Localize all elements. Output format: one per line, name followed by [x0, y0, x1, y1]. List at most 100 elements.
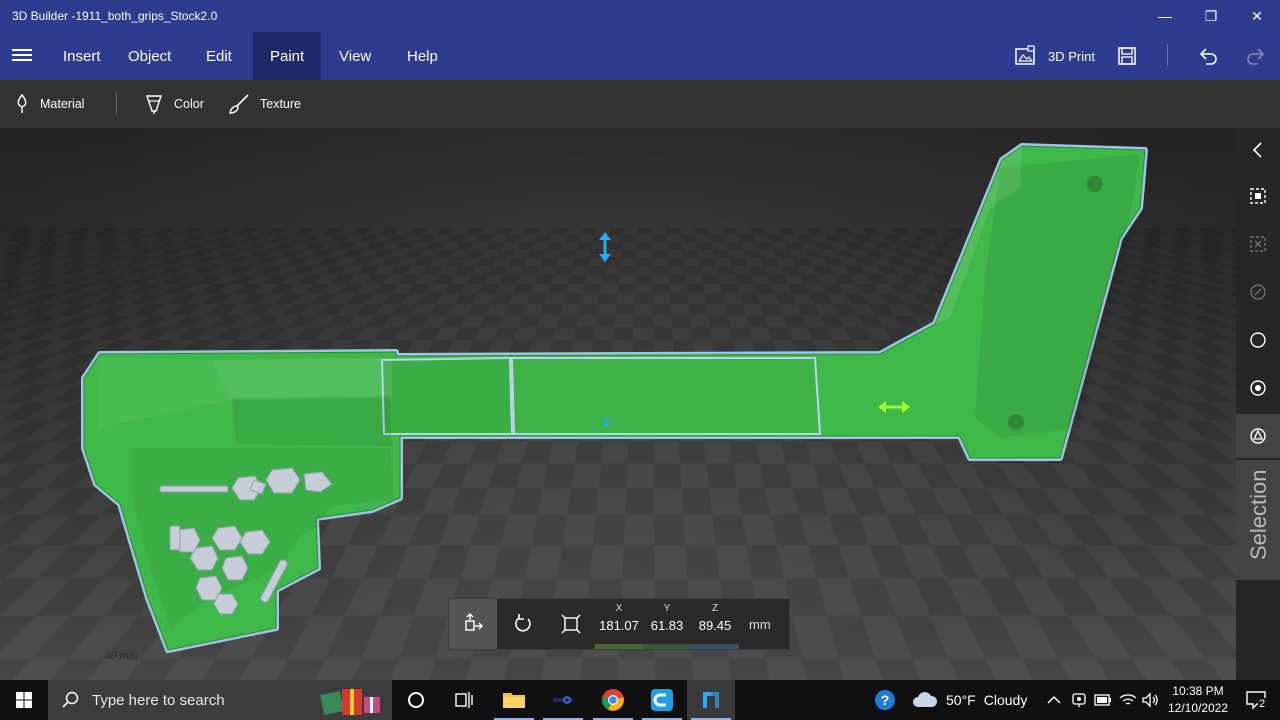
vertex-mode-button[interactable]: [1236, 366, 1280, 410]
weather-text: Cloudy: [984, 692, 1028, 708]
color-bucket-icon: [144, 93, 164, 115]
search-highlight-gifts-icon: [318, 683, 388, 717]
network-button[interactable]: [1119, 680, 1137, 720]
floor-scale-label: 50 mm: [104, 649, 138, 663]
rotate-tool-button[interactable]: [499, 599, 547, 649]
menu-edit[interactable]: Edit: [189, 32, 249, 80]
dimension-z[interactable]: Z 89.45: [691, 599, 739, 649]
color-label: Color: [174, 97, 204, 111]
3d-print-button[interactable]: 3D Print: [1014, 32, 1095, 80]
media-app-icon: [551, 690, 575, 710]
webcam-icon: [1071, 692, 1087, 708]
battery-icon: [1094, 694, 1112, 706]
texture-brush-icon: [228, 93, 250, 115]
meet-now-button[interactable]: [1071, 680, 1087, 720]
cloud-icon: [912, 691, 938, 709]
menu-insert[interactable]: Insert: [46, 32, 118, 80]
select-all-icon: [1249, 187, 1267, 205]
windows-logo-icon: [15, 691, 33, 709]
chevron-up-icon: [1047, 695, 1061, 705]
folder-icon: [502, 690, 526, 710]
cortana-circle-icon: [407, 691, 425, 709]
z-value[interactable]: 89.45: [691, 618, 739, 633]
3d-print-icon: [1014, 45, 1036, 67]
menubar-divider: [1167, 44, 1168, 66]
y-value[interactable]: 61.83: [643, 618, 691, 633]
select-all-button[interactable]: [1236, 174, 1280, 218]
x-bar: [595, 644, 643, 649]
minimize-button[interactable]: —: [1142, 0, 1188, 32]
circle-outline-icon: [1249, 331, 1267, 349]
3d-builder-taskbar-button[interactable]: [687, 680, 735, 720]
help-tray-button[interactable]: ?: [874, 680, 896, 720]
color-tool[interactable]: Color: [144, 80, 204, 128]
save-icon: [1117, 46, 1137, 66]
save-button[interactable]: [1117, 32, 1137, 80]
object-mode-icon: [1249, 283, 1267, 301]
menu-help[interactable]: Help: [390, 32, 455, 80]
texture-label: Texture: [260, 97, 301, 111]
chrome-icon: [601, 688, 625, 712]
move-tool-button[interactable]: [449, 599, 497, 649]
start-button[interactable]: [0, 680, 48, 720]
menu-paint[interactable]: Paint: [253, 32, 321, 80]
show-hidden-icons-button[interactable]: [1047, 680, 1061, 720]
undo-icon: [1197, 45, 1219, 67]
close-icon: ✕: [1251, 8, 1263, 25]
minimize-icon: —: [1158, 8, 1172, 24]
3d-viewport[interactable]: 50 mm X 181.07 Y 61.83 Z 89.45 mm: [0, 128, 1236, 680]
menu-object[interactable]: Object: [111, 32, 188, 80]
task-view-button[interactable]: [440, 680, 488, 720]
restore-button[interactable]: ❐: [1188, 0, 1234, 32]
redo-icon: [1245, 45, 1267, 67]
toolbar-divider: [116, 92, 117, 114]
clock-date: 12/10/2022: [1160, 700, 1236, 717]
deselect-icon: [1249, 235, 1267, 253]
file-explorer-button[interactable]: [490, 680, 538, 720]
hamburger-menu-icon[interactable]: [12, 46, 32, 66]
face-mode-button[interactable]: [1236, 414, 1280, 458]
collapse-panel-button[interactable]: [1236, 128, 1280, 172]
clock[interactable]: 10:38 PM 12/10/2022: [1160, 683, 1236, 717]
help-icon: ?: [874, 689, 896, 711]
mesh-mode-button[interactable]: [1236, 318, 1280, 362]
cura-app-button[interactable]: [638, 680, 686, 720]
taskbar-search[interactable]: Type here to search: [48, 680, 392, 720]
taskbar: Type here to search ? 50°F Cloudy 10:38 …: [0, 680, 1280, 720]
notification-center-button[interactable]: 2: [1238, 680, 1274, 720]
selection-tab[interactable]: Selection: [1236, 460, 1280, 580]
media-app-button[interactable]: [539, 680, 587, 720]
move-vertical-gizmo-icon[interactable]: [599, 232, 611, 262]
unit-selector[interactable]: mm: [749, 617, 771, 632]
speaker-icon: [1141, 692, 1159, 708]
window-title: 3D Builder -1911_both_grips_Stock2.0: [12, 9, 217, 23]
menu-bar: Insert Object Edit Paint View Help 3D Pr…: [0, 32, 1280, 80]
search-placeholder: Type here to search: [92, 692, 225, 709]
deselect-button[interactable]: [1236, 222, 1280, 266]
scale-tool-button[interactable]: [547, 599, 595, 649]
dimension-y[interactable]: Y 61.83: [643, 599, 691, 649]
volume-button[interactable]: [1141, 680, 1159, 720]
wifi-icon: [1119, 693, 1137, 707]
cortana-button[interactable]: [392, 680, 440, 720]
close-button[interactable]: ✕: [1234, 0, 1280, 32]
task-view-icon: [454, 691, 474, 709]
object-mode-button[interactable]: [1236, 270, 1280, 314]
restore-icon: ❐: [1205, 8, 1218, 25]
dimension-x[interactable]: X 181.07: [595, 599, 643, 649]
redo-button[interactable]: [1245, 32, 1267, 80]
undo-button[interactable]: [1197, 32, 1219, 80]
right-side-panel: [1236, 128, 1280, 680]
weather-widget[interactable]: 50°F Cloudy: [912, 680, 1027, 720]
3d-print-label: 3D Print: [1048, 49, 1095, 64]
menu-view[interactable]: View: [322, 32, 388, 80]
z-axis-label: Z: [691, 603, 739, 614]
texture-tool[interactable]: Texture: [228, 80, 301, 128]
x-value[interactable]: 181.07: [595, 618, 643, 633]
svg-text:?: ?: [881, 692, 890, 708]
chrome-button[interactable]: [589, 680, 637, 720]
material-tool[interactable]: Material: [14, 80, 84, 128]
3d-builder-app-icon: [699, 688, 723, 712]
y-axis-label: Y: [643, 603, 691, 614]
battery-button[interactable]: [1094, 680, 1112, 720]
